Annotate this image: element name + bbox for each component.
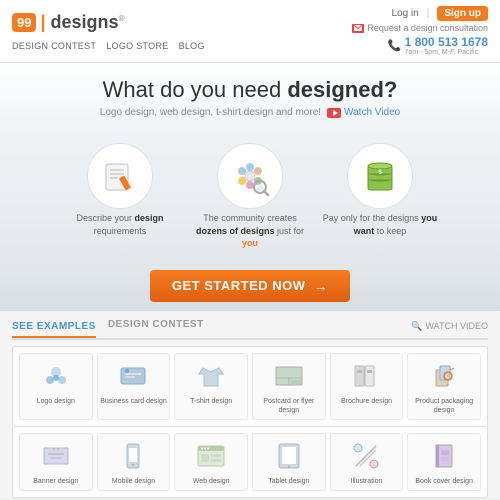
play-icon: [327, 108, 341, 118]
example-web[interactable]: Web design: [174, 433, 248, 491]
example-logo[interactable]: Logo design: [19, 353, 93, 420]
phone-hours: 7am - 5pm, M-F, Pacific: [405, 49, 488, 56]
hero-headline: What do you need designed?: [20, 77, 480, 103]
examples-section: SEE EXAMPLES DESIGN CONTEST 🔍 WATCH VIDE…: [0, 310, 500, 498]
magnifier-icon: 🔍: [411, 321, 422, 332]
business-card-icon: [115, 358, 151, 394]
examples-tabs: SEE EXAMPLES DESIGN CONTEST 🔍 WATCH VIDE…: [12, 319, 488, 340]
watch-video-link[interactable]: 🔍 WATCH VIDEO: [411, 321, 488, 332]
phone-number: 1 800 513 1678: [405, 35, 488, 49]
packaging-icon: [426, 358, 462, 394]
banner-icon: [38, 438, 74, 474]
logo-reg: ®: [119, 14, 125, 23]
hero-section: What do you need designed? Logo design, …: [0, 63, 500, 138]
examples-grid-row2: Banner design Mobile design: [12, 427, 488, 498]
header: 99 | designs® DESIGN CONTEST LOGO STORE …: [0, 0, 500, 63]
example-postcard[interactable]: Postcard or flyer design: [252, 353, 326, 420]
consultation-label: Request a design consultation: [367, 23, 488, 33]
example-banner[interactable]: Banner design: [19, 433, 93, 491]
signup-button[interactable]: Sign up: [437, 6, 488, 21]
step-2-text: The community creates dozens of designs …: [191, 212, 309, 250]
example-brochure[interactable]: Brochure design: [330, 353, 404, 420]
postcard-icon: [271, 358, 307, 394]
step-1-icon: [85, 146, 155, 206]
example-book-cover[interactable]: Book cover design: [407, 433, 481, 491]
tab-design-contest[interactable]: DESIGN CONTEST: [108, 319, 204, 334]
nav-design-contest[interactable]: DESIGN CONTEST: [12, 41, 96, 51]
step-2: The community creates dozens of designs …: [185, 142, 315, 254]
email-icon: [352, 24, 364, 33]
cta-arrow: →: [314, 278, 329, 294]
example-tablet[interactable]: Tablet design: [252, 433, 326, 491]
example-packaging[interactable]: Product packaging design: [407, 353, 481, 420]
logo-badge: 99: [12, 13, 36, 32]
illustration-label: Illustration: [333, 477, 401, 486]
tab-see-examples[interactable]: SEE EXAMPLES: [12, 321, 96, 338]
brochure-label: Brochure design: [333, 397, 401, 406]
tablet-label: Tablet design: [255, 477, 323, 486]
cta-area: GET STARTED NOW →: [0, 262, 500, 310]
logo-text: designs: [51, 12, 119, 32]
packaging-label: Product packaging design: [410, 397, 478, 415]
logo[interactable]: 99 | designs®: [12, 12, 205, 33]
example-illustration[interactable]: Illustration: [330, 433, 404, 491]
watch-video-button[interactable]: Watch Video: [327, 107, 400, 118]
tshirt-label: T-shirt design: [177, 397, 245, 406]
nav: DESIGN CONTEST LOGO STORE BLOG: [12, 39, 205, 51]
header-right: Log in | Sign up Request a design consul…: [352, 6, 488, 56]
nav-blog[interactable]: BLOG: [179, 41, 205, 51]
nav-logo-store[interactable]: LOGO STORE: [106, 41, 168, 51]
logo-design-icon: [38, 358, 74, 394]
tshirt-icon: [193, 358, 229, 394]
postcard-label: Postcard or flyer design: [255, 397, 323, 415]
hero-subtext: Logo design, web design, t-shirt design …: [20, 107, 480, 118]
tablet-icon: [271, 438, 307, 474]
consultation[interactable]: Request a design consultation: [352, 23, 488, 33]
get-started-button[interactable]: GET STARTED NOW →: [150, 270, 350, 302]
banner-label: Banner design: [22, 477, 90, 486]
example-tshirt[interactable]: T-shirt design: [174, 353, 248, 420]
how-it-works: Describe your design requirements: [0, 138, 500, 262]
business-card-label: Business card design: [100, 397, 168, 406]
example-business-card[interactable]: Business card design: [97, 353, 171, 420]
illustration-icon: [348, 438, 384, 474]
step-1-text: Describe your design requirements: [61, 212, 179, 237]
brochure-icon: [348, 358, 384, 394]
web-design-label: Web design: [177, 477, 245, 486]
example-mobile[interactable]: Mobile design: [97, 433, 171, 491]
step-3-icon: $: [345, 146, 415, 206]
logo-design-label: Logo design: [22, 397, 90, 406]
phone-area: 📞 1 800 513 1678 7am - 5pm, M-F, Pacific: [388, 35, 488, 56]
logo-slash: |: [40, 12, 45, 32]
step-3-text: Pay only for the designs you want to kee…: [321, 212, 439, 237]
step-2-icon: [215, 146, 285, 206]
mobile-icon: [115, 438, 151, 474]
phone-icon: 📞: [388, 39, 402, 52]
web-design-icon: [193, 438, 229, 474]
book-cover-label: Book cover design: [410, 477, 478, 486]
step-1: Describe your design requirements: [55, 142, 185, 254]
examples-grid-row1: Logo design Business card design T-shir: [12, 346, 488, 427]
login-link[interactable]: Log in: [391, 8, 418, 19]
step-3: $ Pay only for the designs you want to k…: [315, 142, 445, 254]
mobile-label: Mobile design: [100, 477, 168, 486]
book-cover-icon: [426, 438, 462, 474]
